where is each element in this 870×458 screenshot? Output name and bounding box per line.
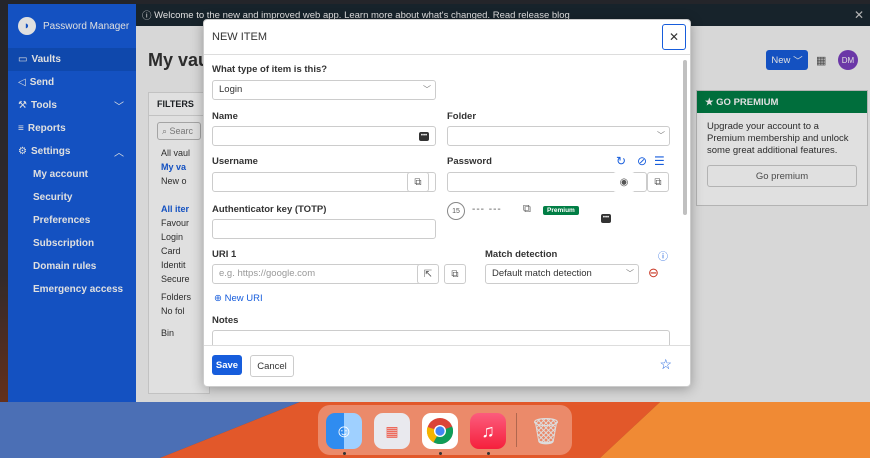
name-field[interactable]: ••• (212, 126, 436, 146)
favorite-star-icon[interactable]: ☆ (659, 356, 672, 373)
totp-field[interactable] (212, 219, 436, 239)
notes-label: Notes (212, 315, 239, 326)
name-label: Name (212, 111, 238, 122)
dialog-header: NEW ITEM ✕ (204, 20, 690, 55)
new-uri-label: New URI (224, 293, 263, 304)
copy-uri-button[interactable]: ⧉ (444, 264, 466, 284)
chrome-logo (426, 418, 454, 445)
totp-countdown: 15 (447, 202, 465, 220)
password-manager-icon: ••• (601, 214, 611, 223)
chevron-down-icon: ﹀ (423, 85, 431, 94)
copy-username-button[interactable]: ⧉ (407, 172, 429, 192)
chevron-down-icon: ﹀ (657, 131, 665, 140)
username-field[interactable] (212, 172, 436, 192)
item-type-value: Login (219, 84, 243, 95)
match-detection-select[interactable]: Default match detection ﹀ (485, 264, 639, 284)
save-button[interactable]: Save (212, 355, 242, 375)
item-type-select[interactable]: Login ﹀ (212, 80, 436, 100)
running-indicator (487, 452, 490, 455)
new-uri-button[interactable]: ⊕ New URI (214, 293, 263, 304)
match-detection-value: Default match detection (492, 268, 592, 279)
running-indicator (439, 452, 442, 455)
cancel-button[interactable]: Cancel (250, 355, 294, 377)
toggle-visibility-button[interactable]: ◉ (613, 172, 635, 192)
premium-badge: Premium (543, 206, 579, 215)
dialog-body: What type of item is this? Login ﹀ Name … (204, 55, 690, 345)
new-item-dialog: NEW ITEM ✕ What type of item is this? Lo… (203, 19, 691, 387)
copy-password-button[interactable]: ⧉ (647, 172, 669, 192)
generate-password-icon[interactable]: ↻ (616, 154, 626, 168)
help-icon[interactable]: ⓘ (658, 248, 668, 263)
copy-icon: ⧉ (654, 176, 662, 188)
totp-label: Authenticator key (TOTP) (212, 204, 327, 215)
password-label: Password (447, 156, 492, 167)
dock: ☺ ▦ ♫ 🗑 (318, 405, 572, 455)
running-indicator (343, 452, 346, 455)
external-link-icon: ⇱ (423, 268, 433, 280)
close-button[interactable]: ✕ (662, 24, 686, 50)
uri-field[interactable]: e.g. https://google.com (212, 264, 436, 284)
chevron-down-icon: ﹀ (626, 269, 634, 278)
notes-field[interactable] (212, 330, 670, 346)
copy-icon: ⧉ (451, 268, 459, 280)
copy-icon: ⧉ (414, 176, 422, 188)
close-icon: ✕ (668, 30, 680, 44)
item-type-label: What type of item is this? (212, 64, 328, 75)
username-label: Username (212, 156, 258, 167)
trash-icon[interactable]: 🗑 (528, 413, 564, 449)
password-history-icon[interactable]: ☰ (654, 154, 665, 168)
dialog-footer: Save Cancel ☆ (204, 345, 690, 386)
dialog-title: NEW ITEM (212, 31, 267, 43)
match-detection-label: Match detection (485, 249, 558, 260)
check-password-icon[interactable]: ⊘ (637, 154, 647, 168)
folder-select[interactable]: ﹀ (447, 126, 670, 146)
uri-label: URI 1 (212, 249, 237, 260)
music-icon[interactable]: ♫ (470, 413, 506, 449)
launch-uri-button[interactable]: ⇱ (417, 264, 439, 284)
launchpad-icon[interactable]: ▦ (374, 413, 410, 449)
eye-icon: ◉ (619, 176, 629, 188)
dock-separator (516, 413, 517, 447)
uri-placeholder: e.g. https://google.com (219, 268, 316, 279)
finder-icon[interactable]: ☺ (326, 413, 362, 449)
chrome-icon[interactable] (422, 413, 458, 449)
remove-uri-icon[interactable]: ⊖ (648, 265, 659, 281)
plus-circle-icon: ⊕ (214, 293, 222, 304)
totp-code: --- --- (472, 204, 502, 215)
copy-icon[interactable]: ⧉ (523, 203, 531, 216)
scrollbar[interactable] (683, 60, 687, 215)
password-manager-icon: ••• (419, 132, 429, 141)
folder-label: Folder (447, 111, 477, 122)
